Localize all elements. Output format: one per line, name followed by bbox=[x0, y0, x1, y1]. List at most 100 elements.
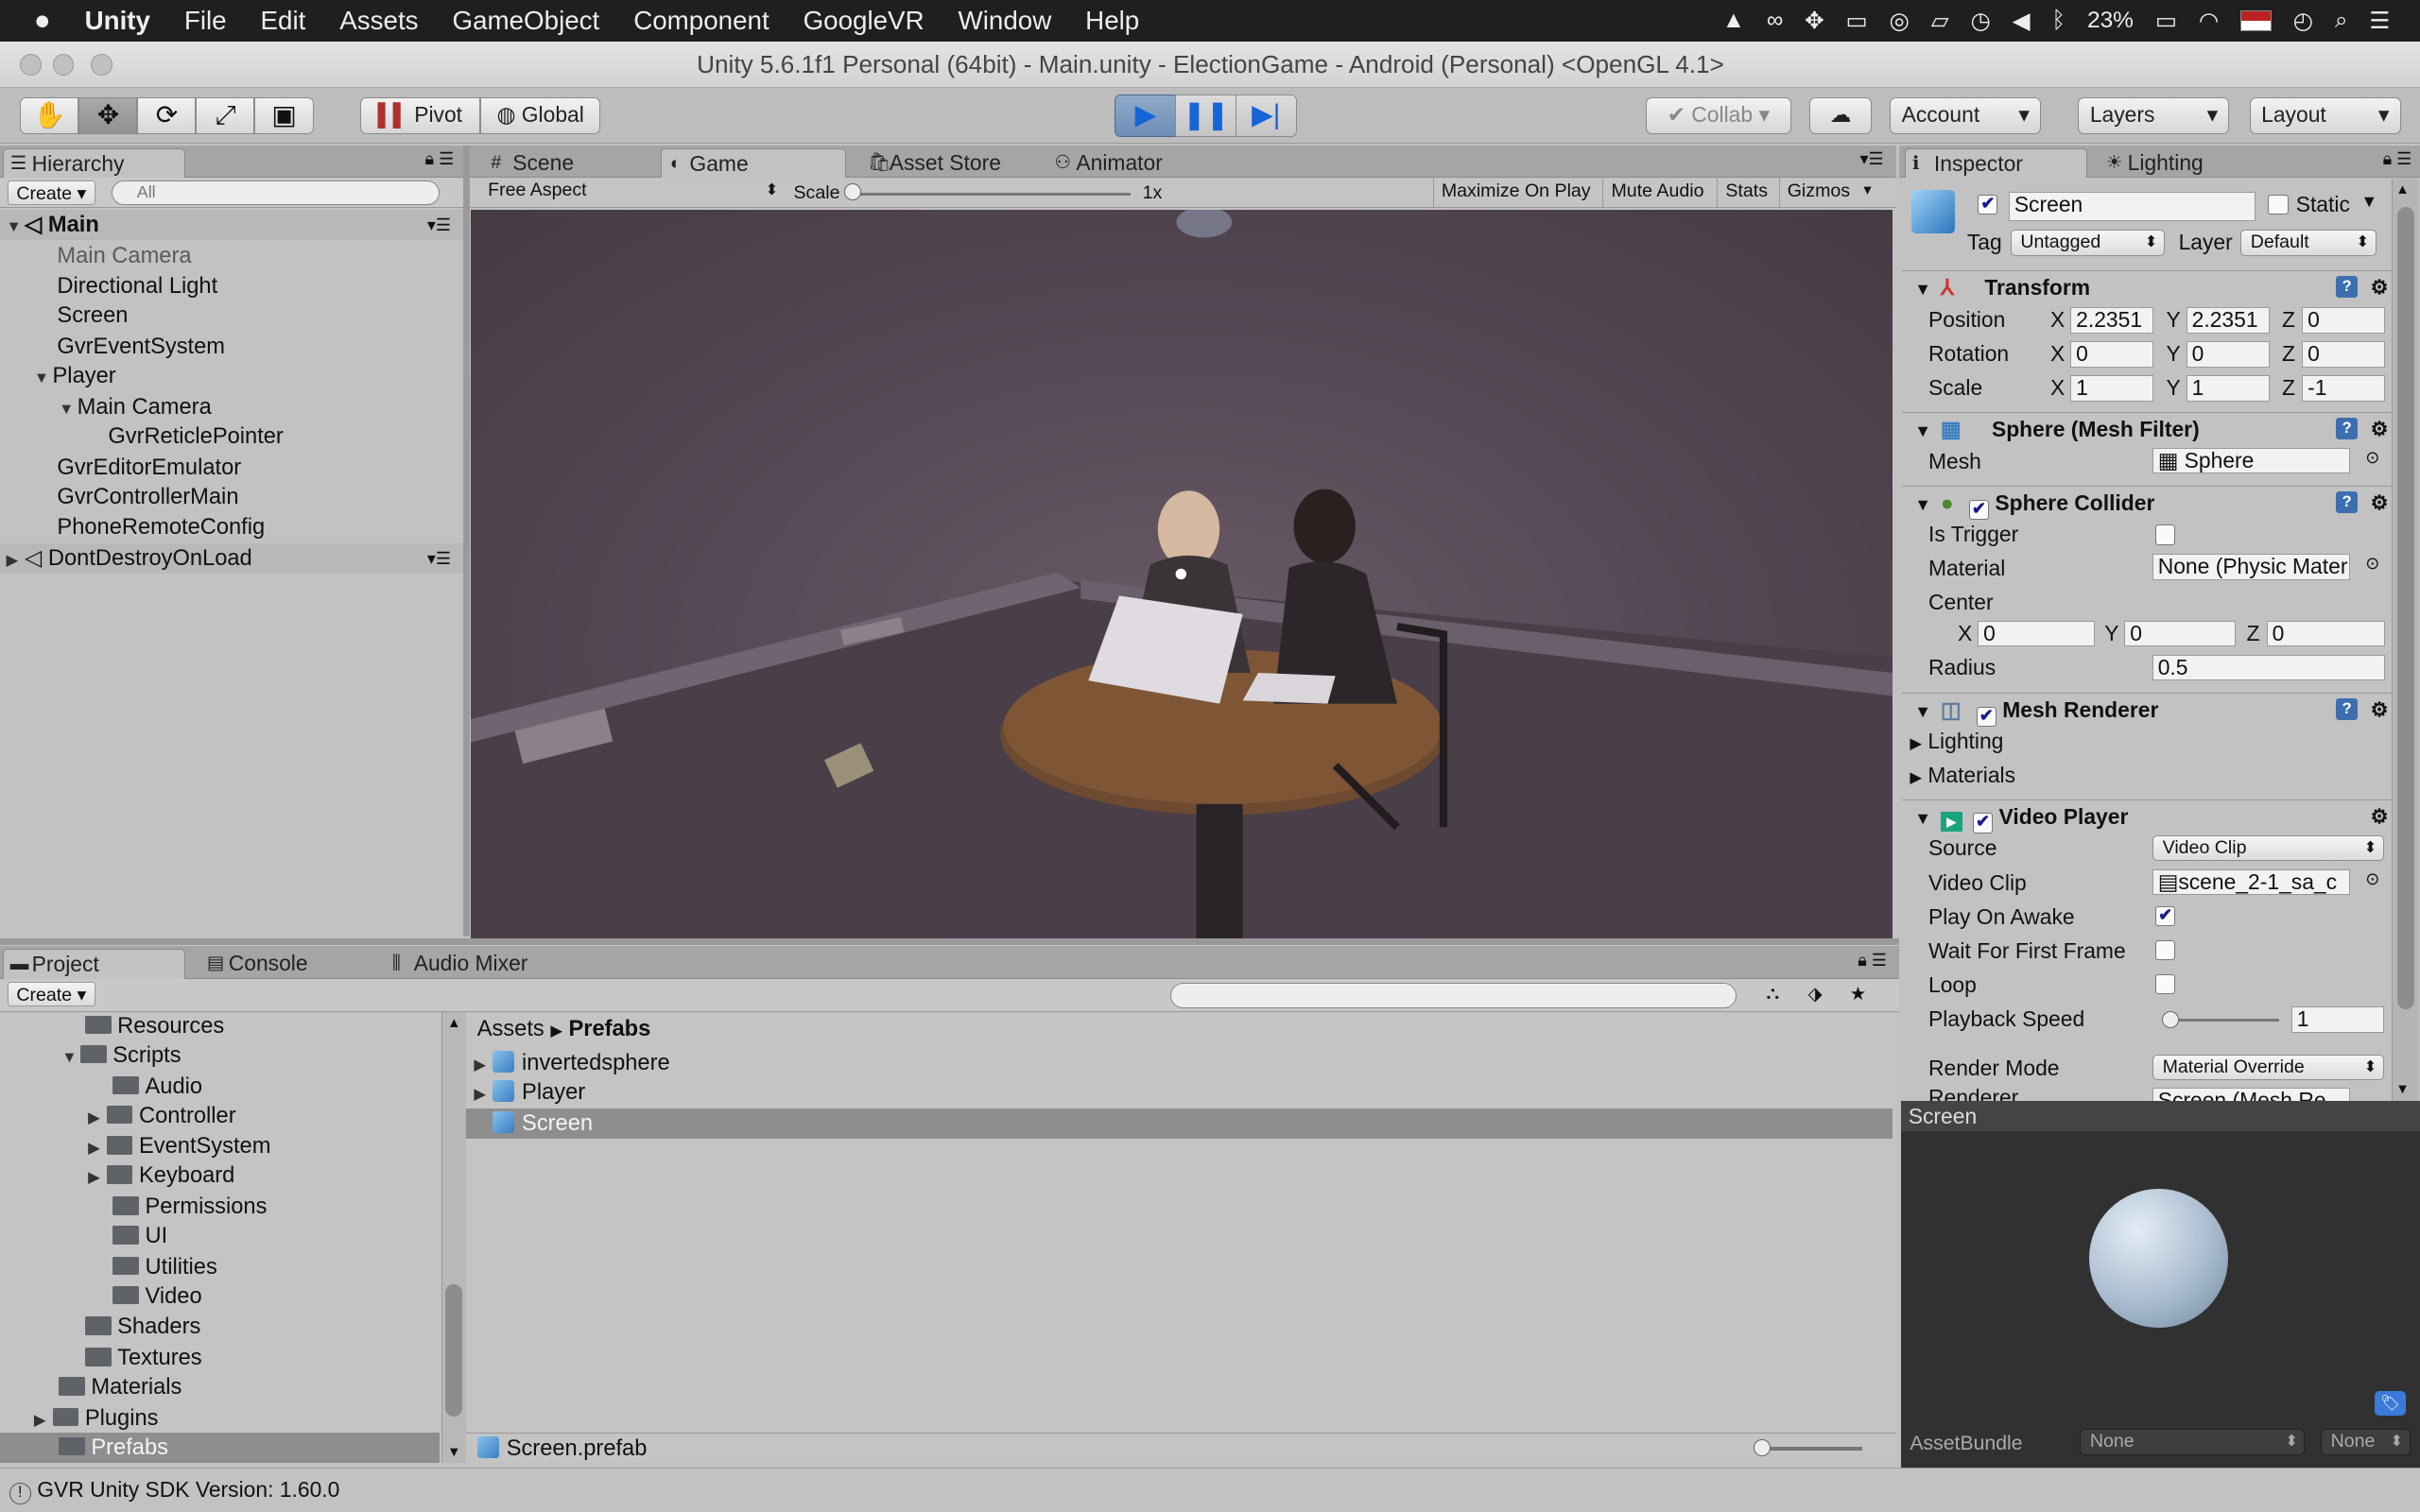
menu-file[interactable]: File bbox=[184, 6, 227, 36]
folder-item[interactable]: ▶ Controller bbox=[0, 1101, 236, 1131]
scroll-down-icon[interactable]: ▼ bbox=[2395, 1082, 2410, 1097]
notification-center-icon[interactable]: ☰ bbox=[2369, 7, 2390, 35]
materials-foldout[interactable]: ▶ Materials bbox=[1910, 763, 2015, 788]
transform-header[interactable]: ▼ ⅄ Transform? ⚙ bbox=[1902, 269, 2392, 304]
folder-item[interactable]: Materials bbox=[0, 1372, 182, 1402]
folder-tree-scrollbar[interactable]: ▲ ▼ bbox=[441, 1012, 467, 1464]
hierarchy-scene-dontdestroy[interactable]: ▶ ◁ DontDestroyOnLoad ▾☰ bbox=[0, 542, 463, 574]
rotate-tool-icon[interactable]: ⟳ bbox=[137, 96, 197, 135]
asset-list-area[interactable] bbox=[466, 1012, 1896, 1433]
hierarchy-item[interactable]: GvrReticlePointer bbox=[0, 421, 284, 452]
hierarchy-item[interactable]: PhoneRemoteConfig bbox=[0, 512, 265, 542]
source-dropdown[interactable]: Video Clip bbox=[2152, 834, 2384, 862]
folder-item[interactable]: Shaders bbox=[0, 1312, 200, 1342]
preview-area[interactable]: 🏷︎ AssetBundle None None bbox=[1900, 1131, 2420, 1469]
tab-inspector[interactable]: ℹ Inspector bbox=[1905, 147, 2088, 178]
layers-dropdown[interactable]: Layers ▾ bbox=[2078, 96, 2230, 135]
rotation-x-field[interactable]: 0 bbox=[2070, 340, 2154, 368]
tab-hierarchy[interactable]: ☰ Hierarchy bbox=[3, 147, 185, 178]
layout-dropdown[interactable]: Layout ▾ bbox=[2249, 96, 2401, 135]
maximize-on-play-button[interactable]: Maximize On Play bbox=[1432, 177, 1599, 209]
lock-icon[interactable]: 🔒︎ ☰ bbox=[2383, 149, 2412, 169]
scale-z-field[interactable]: -1 bbox=[2302, 374, 2386, 402]
close-window-icon[interactable] bbox=[20, 54, 43, 77]
help-icon[interactable]: ? bbox=[2336, 491, 2359, 514]
menu-help[interactable]: Help bbox=[1085, 6, 1139, 36]
mesh-filter-header[interactable]: ▼ ▦ Sphere (Mesh Filter)? ⚙ bbox=[1902, 412, 2392, 446]
bluetooth-icon[interactable]: ᛒ bbox=[2051, 8, 2066, 34]
preview-header[interactable]: Screen bbox=[1900, 1100, 2420, 1132]
flag-icon[interactable] bbox=[2240, 10, 2272, 31]
step-button[interactable]: ▶| bbox=[1235, 94, 1297, 138]
collab-button[interactable]: ✔ Collab ▾ bbox=[1646, 96, 1791, 135]
creative-cloud-icon[interactable]: ∞ bbox=[1767, 8, 1783, 34]
gear-icon[interactable]: ⚙ bbox=[2371, 694, 2389, 728]
folder-item[interactable]: Video bbox=[0, 1281, 202, 1312]
move-tool-icon[interactable]: ✥ bbox=[78, 96, 138, 135]
search-by-label-icon[interactable]: ⬗ bbox=[1808, 983, 1823, 1005]
gear-icon[interactable]: ⚙ bbox=[2371, 413, 2389, 447]
gizmos-dropdown-icon[interactable]: ▾ bbox=[1863, 180, 1871, 199]
volume-icon[interactable]: ◀ bbox=[2013, 7, 2031, 35]
help-icon[interactable]: ? bbox=[2336, 417, 2359, 439]
icon-size-slider-thumb[interactable] bbox=[1754, 1439, 1772, 1457]
static-checkbox[interactable] bbox=[2268, 194, 2289, 215]
menu-gameobject[interactable]: GameObject bbox=[452, 6, 599, 36]
playback-speed-thumb[interactable] bbox=[2161, 1010, 2179, 1028]
render-mode-dropdown[interactable]: Material Override bbox=[2152, 1054, 2384, 1081]
asset-label-icon[interactable]: 🏷︎ bbox=[2375, 1390, 2406, 1416]
lock-icon[interactable]: 🔒︎ ☰ bbox=[425, 149, 455, 169]
tag-dropdown[interactable]: Untagged bbox=[2010, 230, 2165, 257]
tab-asset-store[interactable]: 🛍︎ Asset Store bbox=[861, 148, 1039, 178]
folder-item[interactable]: ▶ Keyboard bbox=[0, 1160, 234, 1191]
asset-item[interactable]: ▶ invertedsphere bbox=[474, 1048, 669, 1078]
play-button[interactable]: ▶ bbox=[1115, 94, 1177, 138]
scroll-down-icon[interactable]: ▼ bbox=[447, 1445, 461, 1460]
mute-audio-button[interactable]: Mute Audio bbox=[1602, 177, 1711, 209]
assetbundle-dropdown[interactable]: None bbox=[2080, 1429, 2306, 1456]
wifi-icon[interactable]: ◠ bbox=[2199, 7, 2219, 35]
help-icon[interactable]: ? bbox=[2336, 275, 2359, 298]
breadcrumb-prefabs[interactable]: Prefabs bbox=[568, 1017, 650, 1041]
battery-icon[interactable]: ▭ bbox=[2155, 7, 2177, 35]
folder-item[interactable]: Audio bbox=[0, 1072, 202, 1102]
active-checkbox[interactable]: ✔ bbox=[1978, 194, 1998, 215]
hierarchy-item[interactable]: Main Camera bbox=[0, 241, 191, 271]
scroll-up-icon[interactable]: ▲ bbox=[2395, 182, 2410, 198]
battery-percent[interactable]: 23% bbox=[2087, 8, 2134, 34]
favorites-star-icon[interactable]: ★ bbox=[1850, 983, 1867, 1005]
folder-item[interactable]: ▶ EventSystem bbox=[0, 1131, 270, 1161]
inspector-scroll-thumb[interactable] bbox=[2396, 206, 2414, 1010]
menu-app-unity[interactable]: Unity bbox=[85, 6, 150, 36]
tab-project[interactable]: ▬ Project bbox=[3, 949, 185, 979]
object-picker-icon[interactable]: ⊙ bbox=[2365, 554, 2379, 574]
center-x-field[interactable]: 0 bbox=[1978, 620, 2096, 647]
folder-item[interactable]: Utilities bbox=[0, 1252, 217, 1282]
object-picker-icon[interactable]: ⊙ bbox=[2365, 869, 2379, 889]
move-icon[interactable]: ✥ bbox=[1805, 7, 1824, 35]
hierarchy-search-input[interactable]: All bbox=[111, 180, 441, 206]
spotlight-icon[interactable]: ⌕ bbox=[2335, 8, 2348, 34]
video-player-header[interactable]: ▼ ▶ ✔ Video Player ⚙ bbox=[1902, 799, 2392, 833]
scale-y-field[interactable]: 1 bbox=[2186, 374, 2270, 402]
position-y-field[interactable]: 2.2351 bbox=[2186, 307, 2270, 334]
folder-item[interactable]: Resources bbox=[0, 1011, 224, 1041]
center-z-field[interactable]: 0 bbox=[2266, 620, 2386, 647]
playback-speed-slider[interactable] bbox=[2161, 1018, 2279, 1022]
renderer-enabled-checkbox[interactable]: ✔ bbox=[1976, 706, 1996, 727]
tab-console[interactable]: ▤ Console bbox=[200, 949, 371, 978]
drive-icon[interactable]: ▲ bbox=[1722, 8, 1745, 34]
object-name-field[interactable]: Screen bbox=[2008, 191, 2256, 221]
gear-icon[interactable]: ⚙ bbox=[2371, 800, 2389, 834]
physic-material-field[interactable]: None (Physic Mater bbox=[2152, 554, 2350, 581]
menu-window[interactable]: Window bbox=[959, 6, 1052, 36]
loop-checkbox[interactable] bbox=[2155, 973, 2176, 994]
tab-audio-mixer[interactable]: ⫼ Audio Mixer bbox=[386, 949, 571, 978]
center-y-field[interactable]: 0 bbox=[2124, 620, 2236, 647]
menu-edit[interactable]: Edit bbox=[261, 6, 306, 36]
expand-arrow-icon[interactable]: ▼ bbox=[59, 394, 78, 424]
minimize-window-icon[interactable] bbox=[52, 54, 75, 77]
project-search-input[interactable] bbox=[1170, 983, 1737, 1008]
scale-tool-icon[interactable]: ⤢ bbox=[196, 96, 255, 135]
help-icon[interactable]: ? bbox=[2336, 698, 2359, 721]
